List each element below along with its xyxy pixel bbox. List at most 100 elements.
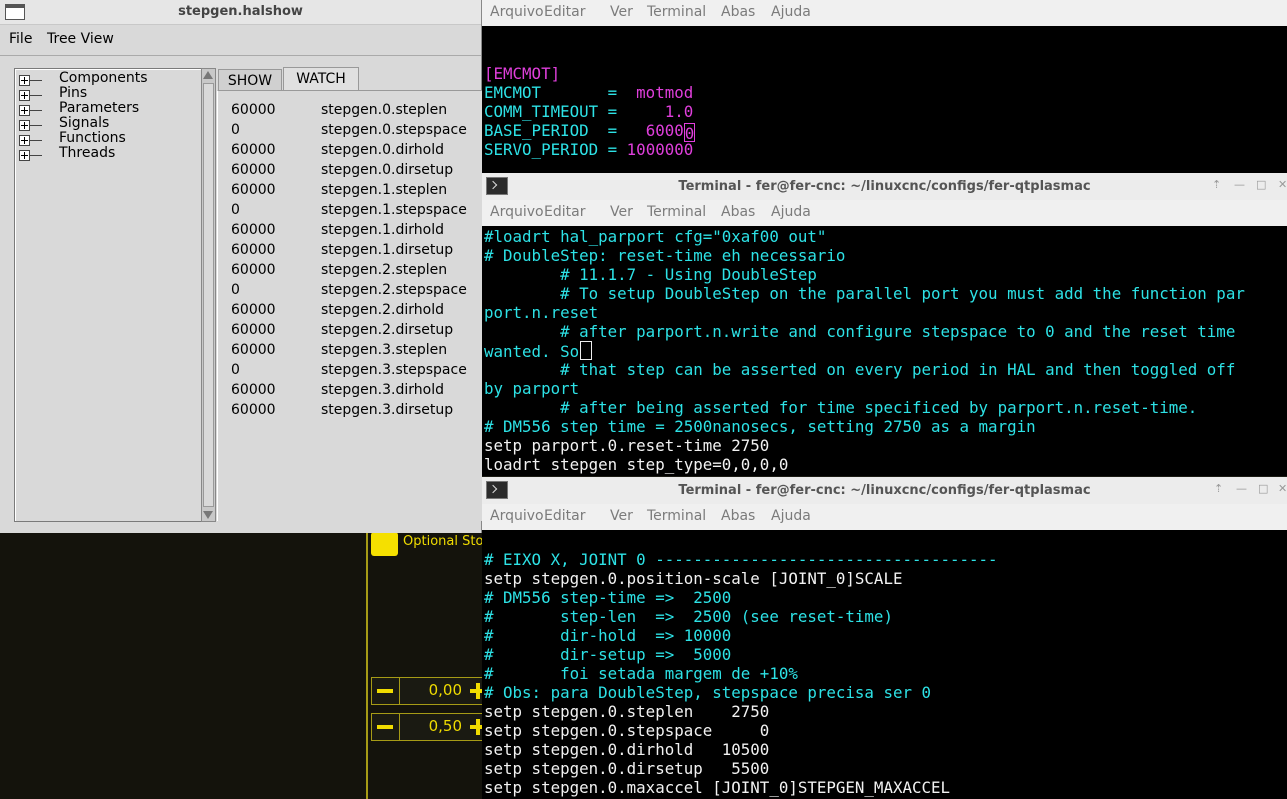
terminal-3-menubar: Arquivo Editar Ver Terminal Abas Ajuda — [482, 504, 1287, 531]
terminal-text: setp stepgen.0.dirsetup 5500 — [484, 759, 770, 778]
watch-name: stepgen.1.stepspace — [321, 202, 467, 218]
menu-ajuda[interactable]: Ajuda — [771, 4, 811, 20]
shade-icon[interactable]: ⇡ — [1214, 482, 1223, 495]
expand-icon[interactable] — [19, 135, 30, 146]
watch-value: 60000 — [231, 382, 276, 398]
terminal-text: setp stepgen.0.position-scale [JOINT_0]S… — [484, 569, 903, 588]
menu-ver[interactable]: Ver — [610, 204, 633, 220]
scroll-up-icon[interactable] — [203, 71, 213, 79]
menu-terminal[interactable]: Terminal — [647, 508, 706, 524]
terminal-line: BASE_PERIOD = 60000 — [484, 121, 695, 143]
panel-divider — [366, 530, 368, 799]
terminal-text-segment: COMM_TIMEOUT = — [484, 102, 665, 121]
terminal-3-titlebar[interactable]: Terminal - fer@fer-cnc: ~/linuxcnc/confi… — [482, 477, 1287, 505]
spinbox-1-value: 0,00 — [428, 681, 462, 699]
tree-scrollbar[interactable] — [201, 68, 216, 522]
optional-stop-toggle[interactable] — [371, 532, 398, 556]
terminal-2-titlebar[interactable]: Terminal - fer@fer-cnc: ~/linuxcnc/confi… — [482, 173, 1287, 201]
menu-abas[interactable]: Abas — [721, 204, 755, 220]
terminal-line: # step-len => 2500 (see reset-time) — [484, 607, 893, 626]
menu-abas[interactable]: Abas — [721, 508, 755, 524]
terminal-text: # step-len => 2500 (see reset-time) — [484, 607, 893, 626]
terminal-line: # DoubleStep: reset-time eh necessario — [484, 246, 845, 265]
terminal-text: by parport — [484, 379, 580, 398]
scroll-down-icon[interactable] — [203, 511, 213, 519]
terminal-line: # To setup DoubleStep on the parallel po… — [484, 284, 1245, 303]
watch-value: 60000 — [231, 322, 276, 338]
menu-tree-view[interactable]: Tree View — [47, 31, 114, 47]
menu-arquivo[interactable]: Arquivo — [490, 508, 544, 524]
watch-name: stepgen.1.dirhold — [321, 222, 444, 238]
spinbox-1[interactable]: 0,00 — [371, 677, 486, 705]
terminal-window-3: Terminal - fer@fer-cnc: ~/linuxcnc/confi… — [482, 477, 1287, 799]
watch-value: 60000 — [231, 402, 276, 418]
terminal-text: setp stepgen.0.maxaccel [JOINT_0]STEPGEN… — [484, 778, 951, 797]
terminal-line: # after being asserted for time specific… — [484, 398, 1197, 417]
expand-icon[interactable] — [19, 150, 30, 161]
terminal-line: [EMCMOT] — [484, 64, 560, 83]
maximize-icon[interactable]: □ — [1258, 482, 1268, 495]
terminal-line: EMCMOT = motmod — [484, 83, 693, 102]
menu-terminal[interactable]: Terminal — [647, 204, 706, 220]
terminal-1-body[interactable]: [EMCMOT] EMCMOT = motmod COMM_TIMEOUT = 1.… — [482, 26, 1287, 173]
terminal-2-body[interactable]: #loadrt hal_parport cfg="0xaf00 out" # Do… — [482, 226, 1287, 476]
maximize-icon[interactable]: □ — [1256, 178, 1266, 191]
close-icon[interactable]: ✕ — [1278, 178, 1287, 191]
menu-terminal[interactable]: Terminal — [647, 4, 706, 20]
terminal-line: wanted. So — [484, 341, 593, 361]
menu-ver[interactable]: Ver — [610, 508, 633, 524]
halshow-window: stepgen.halshow File Tree View Component… — [0, 0, 482, 533]
watch-value: 0 — [231, 122, 240, 138]
watch-value: 60000 — [231, 142, 276, 158]
expand-icon[interactable] — [19, 120, 30, 131]
menu-ajuda[interactable]: Ajuda — [771, 204, 811, 220]
terminal-line: setp stepgen.0.stepspace 0 — [484, 721, 769, 740]
watch-name: stepgen.3.stepspace — [321, 362, 467, 378]
terminal-3-title: Terminal - fer@fer-cnc: ~/linuxcnc/confi… — [678, 483, 1091, 498]
tab-show[interactable]: SHOW — [218, 69, 282, 91]
scroll-thumb[interactable] — [203, 83, 214, 507]
shade-icon[interactable]: ⇡ — [1212, 178, 1221, 191]
halshow-menubar: File Tree View — [0, 25, 481, 56]
watch-name: stepgen.2.steplen — [321, 262, 448, 278]
menu-file[interactable]: File — [9, 31, 32, 47]
watch-value: 0 — [231, 362, 240, 378]
minimize-icon[interactable]: — — [1236, 482, 1247, 495]
menu-arquivo[interactable]: Arquivo — [490, 204, 544, 220]
terminal-text: setp stepgen.0.dirhold 10500 — [484, 740, 770, 759]
menu-abas[interactable]: Abas — [721, 4, 755, 20]
close-icon[interactable]: ✕ — [1278, 482, 1287, 495]
terminal-text: [EMCMOT] — [484, 64, 561, 83]
terminal-line: COMM_TIMEOUT = 1.0 — [484, 102, 693, 121]
minus-icon[interactable] — [372, 678, 400, 704]
expand-icon[interactable] — [19, 75, 30, 86]
expand-icon[interactable] — [19, 105, 30, 116]
watch-value: 60000 — [231, 262, 276, 278]
minus-icon[interactable] — [372, 714, 400, 740]
halshow-titlebar[interactable]: stepgen.halshow — [0, 0, 481, 25]
terminal-text: setp parport.0.reset-time 2750 — [484, 436, 770, 455]
watch-value: 60000 — [231, 182, 276, 198]
terminal-line: setp stepgen.0.dirhold 10500 — [484, 740, 769, 759]
menu-ver[interactable]: Ver — [610, 4, 633, 20]
terminal-line: # Obs: para DoubleStep, stepspace precis… — [484, 683, 931, 702]
terminal-line: # after parport.n.write and configure st… — [484, 322, 1235, 341]
menu-ajuda[interactable]: Ajuda — [771, 508, 811, 524]
expand-icon[interactable] — [19, 90, 30, 101]
tab-watch[interactable]: WATCH — [283, 67, 359, 91]
watch-name: stepgen.3.dirsetup — [321, 402, 454, 418]
terminal-text: # EIXO X, JOINT 0 ----------------------… — [484, 550, 998, 569]
terminal-text: # dir-hold => 10000 — [484, 626, 732, 645]
terminal-text-segment: EMCMOT = — [484, 83, 637, 102]
terminal-line: # dir-hold => 10000 — [484, 626, 731, 645]
spinbox-2[interactable]: 0,50 — [371, 713, 486, 741]
menu-editar[interactable]: Editar — [544, 204, 585, 220]
terminal-line: setp stepgen.0.steplen 2750 — [484, 702, 769, 721]
menu-editar[interactable]: Editar — [544, 4, 585, 20]
minimize-icon[interactable]: — — [1234, 178, 1245, 191]
terminal-3-body[interactable]: # EIXO X, JOINT 0 ----------------------… — [482, 530, 1287, 799]
menu-editar[interactable]: Editar — [544, 508, 585, 524]
text-cursor — [580, 341, 593, 360]
menu-arquivo[interactable]: Arquivo — [490, 4, 544, 20]
terminal-2-menubar: Arquivo Editar Ver Terminal Abas Ajuda — [482, 200, 1287, 227]
